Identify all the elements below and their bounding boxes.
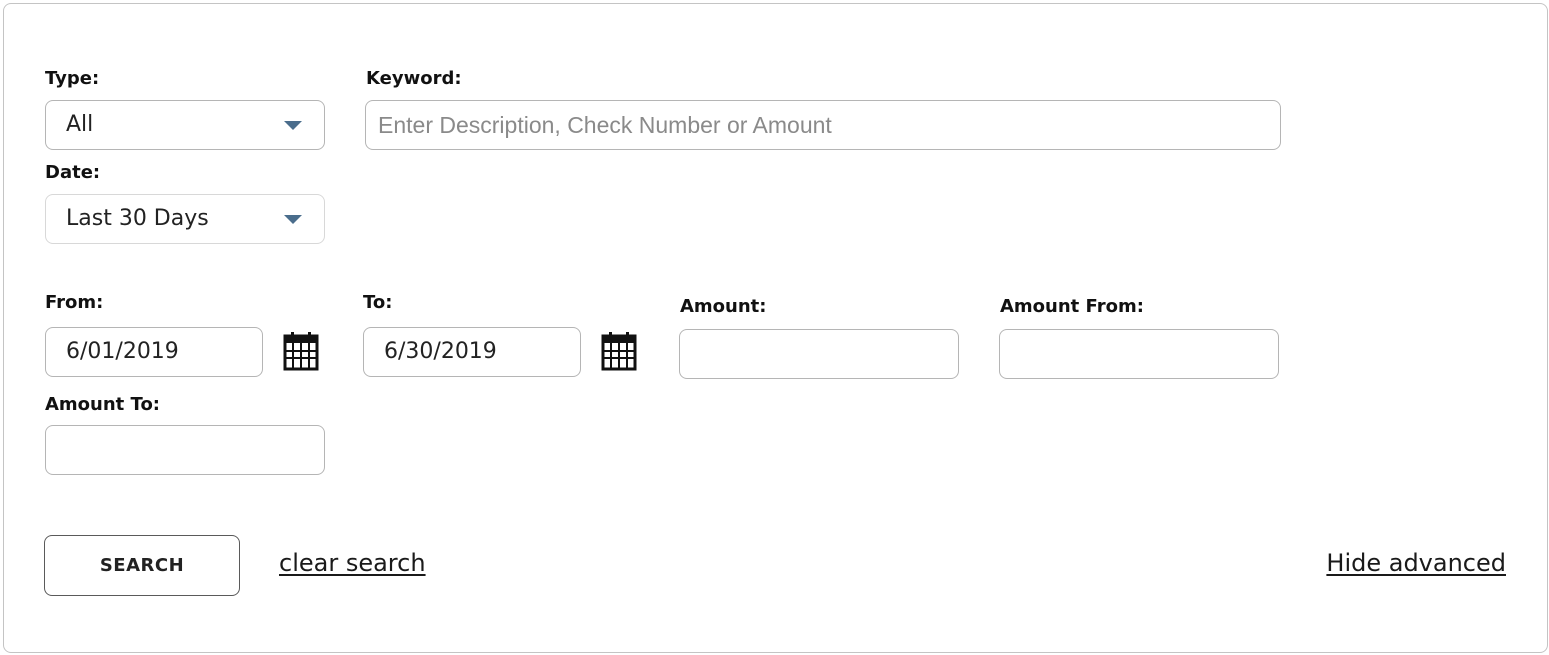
to-date-input[interactable]: 6/30/2019 <box>363 327 581 377</box>
date-range-value: Last 30 Days <box>66 206 209 231</box>
type-label: Type: <box>45 68 100 89</box>
hide-advanced-link[interactable]: Hide advanced <box>1326 549 1506 577</box>
amount-to-input[interactable] <box>45 425 325 475</box>
calendar-icon[interactable] <box>283 331 319 371</box>
amount-label: Amount: <box>680 296 767 317</box>
amount-from-input[interactable] <box>999 329 1279 379</box>
chevron-down-icon <box>284 121 302 130</box>
keyword-placeholder: Enter Description, Check Number or Amoun… <box>378 112 832 138</box>
search-button[interactable]: SEARCH <box>44 535 240 596</box>
to-date-value: 6/30/2019 <box>384 339 497 364</box>
date-range-select[interactable]: Last 30 Days <box>45 194 325 244</box>
from-label: From: <box>45 292 104 313</box>
clear-search-link[interactable]: clear search <box>279 549 426 577</box>
keyword-label: Keyword: <box>366 68 462 89</box>
from-date-value: 6/01/2019 <box>66 339 179 364</box>
amount-to-label: Amount To: <box>45 394 161 415</box>
amount-from-label: Amount From: <box>1000 296 1144 317</box>
date-label: Date: <box>45 162 101 183</box>
to-label: To: <box>363 292 393 313</box>
from-date-input[interactable]: 6/01/2019 <box>45 327 263 377</box>
calendar-icon[interactable] <box>601 331 637 371</box>
keyword-input[interactable]: Enter Description, Check Number or Amoun… <box>365 100 1281 150</box>
amount-input[interactable] <box>679 329 959 379</box>
chevron-down-icon <box>284 215 302 224</box>
type-select-value: All <box>66 112 94 137</box>
type-select[interactable]: All <box>45 100 325 150</box>
